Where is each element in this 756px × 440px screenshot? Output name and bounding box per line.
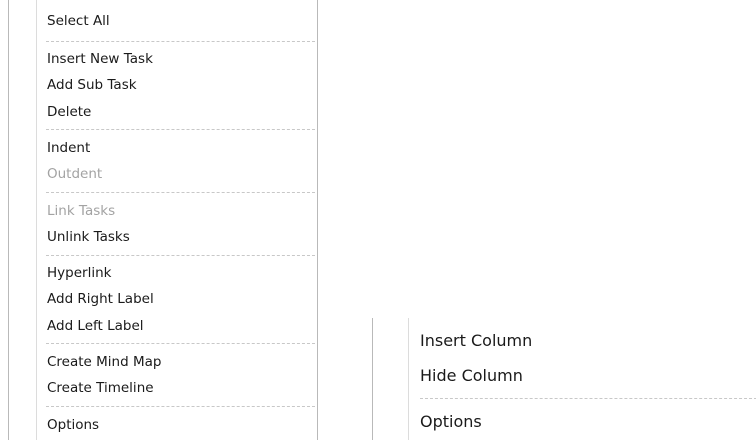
menu-item-add-sub-task[interactable]: Add Sub Task — [47, 76, 137, 94]
menu-separator — [420, 398, 756, 399]
menu-item-select-all[interactable]: Select All — [47, 12, 110, 30]
menu-item-add-left-label[interactable]: Add Left Label — [47, 317, 144, 335]
menu-separator — [46, 255, 315, 256]
task-context-menu: Select All Insert New Task Add Sub Task … — [8, 0, 318, 440]
column-context-menu: Insert Column Hide Column Options — [372, 318, 756, 440]
menu-item-options[interactable]: Options — [47, 416, 99, 434]
menu-separator — [46, 343, 315, 344]
menu-item-create-timeline[interactable]: Create Timeline — [47, 379, 154, 397]
menu-item-insert-column[interactable]: Insert Column — [420, 331, 532, 351]
menu-item-add-right-label[interactable]: Add Right Label — [47, 290, 154, 308]
menu-separator — [46, 192, 315, 193]
menu-item-options[interactable]: Options — [420, 412, 482, 432]
menu-separator — [46, 129, 315, 130]
menu-separator — [46, 406, 315, 407]
menu-icon-gutter — [9, 0, 37, 440]
menu-item-create-mind-map[interactable]: Create Mind Map — [47, 353, 161, 371]
menu-item-indent[interactable]: Indent — [47, 139, 90, 157]
menu-item-insert-new-task[interactable]: Insert New Task — [47, 50, 153, 68]
menu-separator — [46, 41, 315, 42]
menu-item-delete[interactable]: Delete — [47, 103, 91, 121]
menu-item-hide-column[interactable]: Hide Column — [420, 366, 523, 386]
menu-item-unlink-tasks[interactable]: Unlink Tasks — [47, 228, 130, 246]
menu-icon-gutter — [373, 318, 409, 440]
menu-item-outdent: Outdent — [47, 166, 103, 182]
menu-item-hyperlink[interactable]: Hyperlink — [47, 264, 111, 282]
menu-item-link-tasks: Link Tasks — [47, 203, 116, 219]
